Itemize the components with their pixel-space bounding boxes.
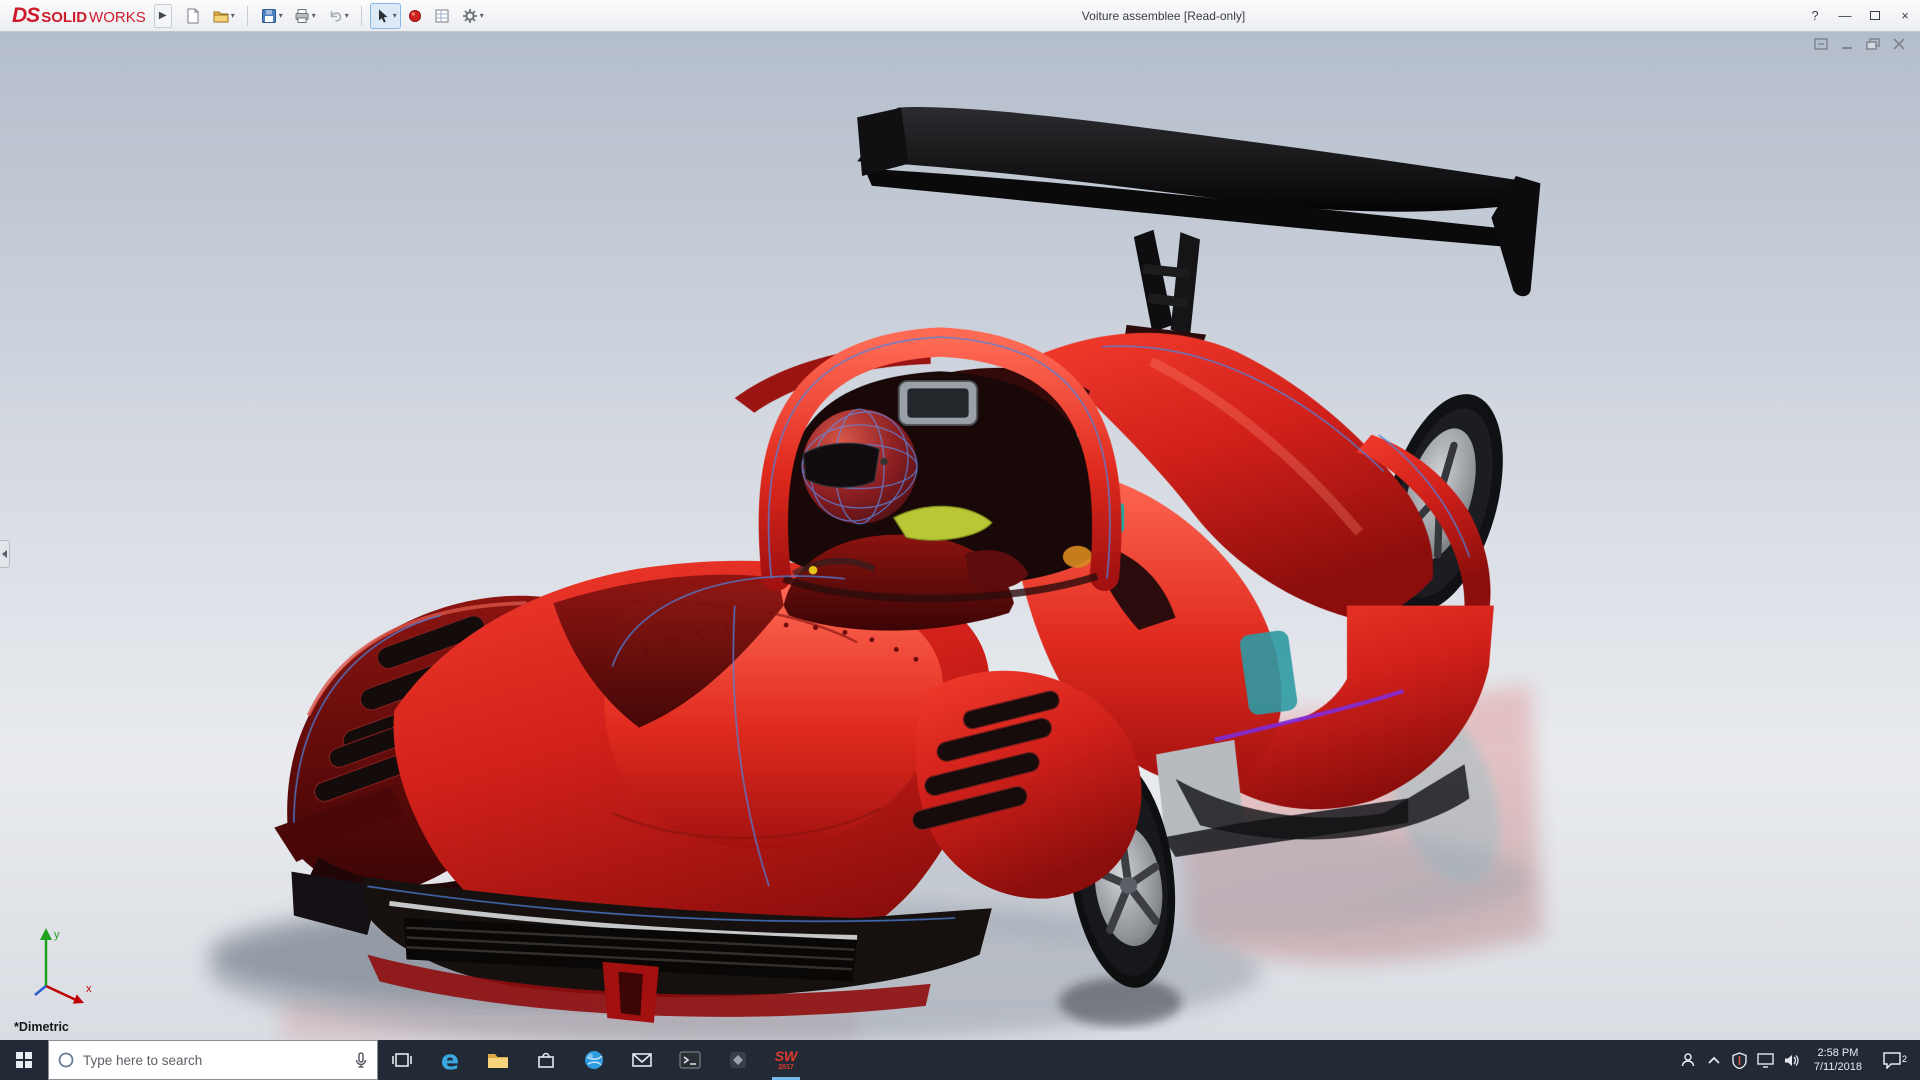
toolbar-separator: [246, 5, 248, 26]
taskbar-clock[interactable]: 2:58 PM 7/11/2018: [1805, 1046, 1871, 1075]
new-document-icon: [187, 8, 199, 23]
restore-doc-icon[interactable]: [1866, 38, 1880, 50]
terminal-icon: [679, 1051, 701, 1069]
z-axis-stub: [34, 985, 47, 996]
task-view-button[interactable]: [378, 1040, 426, 1080]
maximize-restore-button[interactable]: [1860, 0, 1890, 31]
cortana-icon: [58, 1052, 74, 1068]
3d-scene[interactable]: [0, 32, 1920, 1040]
select-cursor-icon: [378, 9, 388, 22]
minimize-button[interactable]: —: [1830, 0, 1860, 31]
y-axis-label: y: [54, 929, 60, 941]
titlebar: DS SOLID WORKS ▶ ▾ ▾ ▾ ▾ ▾ ▾ Voiture ass…: [0, 0, 1920, 32]
sheet-icon: [435, 9, 449, 22]
search-input[interactable]: [83, 1052, 345, 1068]
edge-icon: e: [440, 1044, 460, 1076]
monitor-icon: [1757, 1052, 1775, 1068]
x-axis-label: x: [86, 983, 92, 995]
security-tray-button[interactable]: [1727, 1040, 1753, 1080]
volume-button[interactable]: [1779, 1040, 1805, 1080]
dock-pane-icon[interactable]: [1814, 38, 1828, 50]
microphone-icon[interactable]: [353, 1051, 369, 1069]
maximize-restore-icon: [1870, 11, 1880, 20]
taskbar-search[interactable]: [48, 1040, 378, 1080]
task-view-icon: [392, 1053, 412, 1067]
red-circle-button[interactable]: [403, 3, 427, 29]
coordinate-triad: y x: [34, 928, 92, 1004]
windows-taskbar: e: [0, 1040, 1920, 1080]
dropdown-caret-icon[interactable]: ▾: [279, 11, 283, 20]
brand-ds: DS: [12, 3, 40, 27]
shield-icon: [1732, 1051, 1748, 1069]
y-axis-arrow: [40, 928, 52, 940]
save-button[interactable]: ▾: [256, 3, 287, 29]
print-button[interactable]: ▾: [289, 3, 320, 29]
printer-icon: [295, 8, 309, 23]
taskbar-file-explorer[interactable]: [474, 1040, 522, 1080]
select-tool-button[interactable]: ▾: [369, 2, 401, 29]
toolbar-separator: [360, 5, 362, 26]
taskbar-solidworks[interactable]: SW 2017: [762, 1040, 810, 1080]
chevron-up-icon: [1708, 1056, 1720, 1064]
window-title: Voiture assemblee [Read-only]: [1081, 8, 1246, 23]
undo-button[interactable]: ▾: [322, 3, 353, 29]
minimize-doc-icon[interactable]: [1840, 38, 1854, 50]
taskbar-store[interactable]: [522, 1040, 570, 1080]
file-explorer-icon: [488, 1054, 508, 1068]
collapse-arrow-icon: [2, 550, 7, 558]
dropdown-caret-icon[interactable]: ▾: [393, 11, 397, 20]
document-window-controls: [1814, 38, 1906, 50]
view-orientation-label: *Dimetric: [14, 1020, 69, 1034]
store-bag-icon: [538, 1052, 554, 1068]
clock-time: 2:58 PM: [1817, 1046, 1859, 1059]
dropdown-caret-icon[interactable]: ▾: [312, 11, 316, 20]
hidden-icons-button[interactable]: [1701, 1040, 1727, 1080]
undo-icon: [330, 10, 342, 22]
solidworks-logo: DS SOLID WORKS: [0, 4, 154, 28]
dropdown-caret-icon[interactable]: ▾: [480, 11, 484, 20]
properties-sheet-button[interactable]: [429, 3, 455, 29]
gear-icon: [462, 8, 477, 23]
helmet-visor: [802, 442, 880, 488]
taskbar-terminal[interactable]: [666, 1040, 714, 1080]
taskbar-app-dark[interactable]: [714, 1040, 762, 1080]
action-center-button[interactable]: 2: [1871, 1051, 1913, 1069]
system-tray: 2:58 PM 7/11/2018 2: [1675, 1040, 1920, 1080]
save-floppy-icon: [261, 8, 276, 23]
taskbar-mail[interactable]: [618, 1040, 666, 1080]
windows-logo-icon: [16, 1052, 32, 1068]
globe-icon: [585, 1051, 603, 1069]
brand-solid: SOLID: [41, 8, 88, 26]
notification-badge: 2: [1901, 1054, 1907, 1064]
dark-app-icon: [730, 1052, 746, 1068]
mail-envelope-icon: [632, 1053, 652, 1067]
dropdown-caret-icon[interactable]: ▾: [231, 11, 235, 20]
brand-works: WORKS: [89, 8, 146, 26]
clock-date: 7/11/2018: [1813, 1061, 1862, 1073]
close-button[interactable]: ×: [1890, 0, 1920, 31]
close-doc-icon[interactable]: [1892, 38, 1906, 50]
window-controls: ? — ×: [1800, 0, 1920, 31]
help-button[interactable]: ?: [1800, 0, 1830, 31]
menu-flyout-button[interactable]: ▶: [153, 3, 172, 28]
red-circle-icon: [408, 9, 421, 22]
graphics-viewport[interactable]: *Dimetric y x: [0, 32, 1920, 1040]
quick-access-toolbar: ▾ ▾ ▾ ▾ ▾ ▾: [180, 2, 488, 29]
dropdown-caret-icon[interactable]: ▾: [345, 11, 349, 20]
open-folder-icon: [213, 11, 229, 22]
taskbar-edge[interactable]: e: [426, 1040, 474, 1080]
start-button[interactable]: [0, 1040, 48, 1080]
wing-endplate-left: [857, 107, 909, 176]
action-center-icon: [1883, 1052, 1901, 1069]
panel-collapse-tab[interactable]: [0, 540, 10, 568]
new-document-button[interactable]: [180, 3, 206, 29]
people-button[interactable]: [1675, 1040, 1701, 1080]
people-icon: [1681, 1053, 1695, 1067]
speaker-icon: [1785, 1054, 1799, 1066]
solidworks-app-icon: SW 2017: [774, 1048, 798, 1071]
open-document-button[interactable]: ▾: [208, 3, 239, 29]
options-button[interactable]: ▾: [457, 3, 488, 29]
taskbar-browser-globe[interactable]: [570, 1040, 618, 1080]
display-tray-button[interactable]: [1753, 1040, 1779, 1080]
